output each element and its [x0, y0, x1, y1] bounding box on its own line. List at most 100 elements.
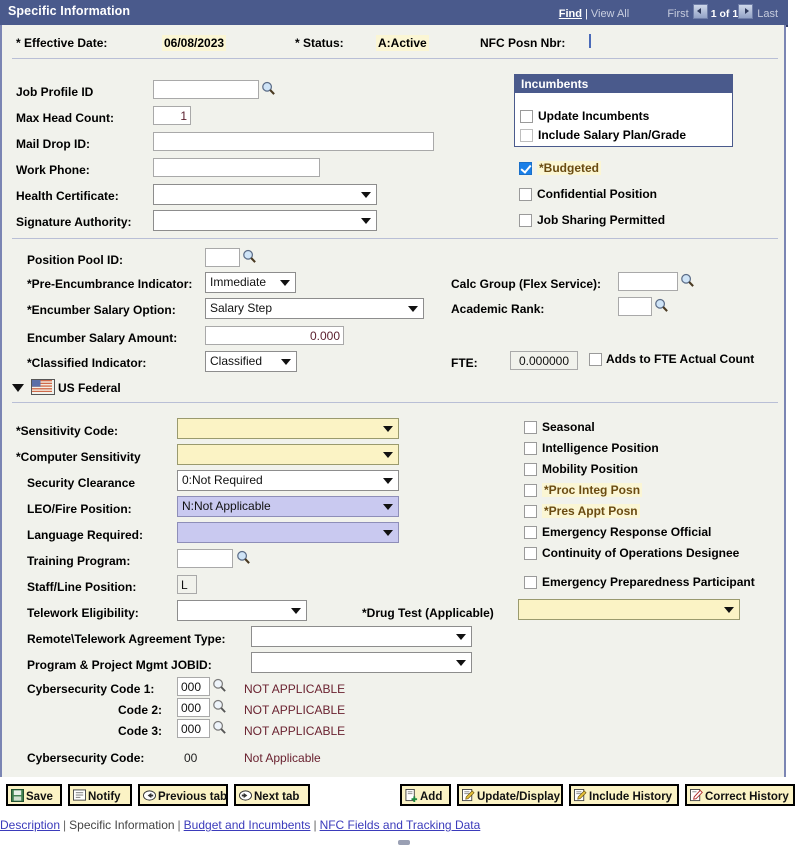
drug-test-select[interactable] [518, 599, 740, 620]
correct-pencil-icon [690, 789, 703, 802]
position-pool-id-lookup-icon[interactable] [242, 249, 257, 264]
proc-integ-posn-checkbox[interactable] [524, 484, 537, 497]
save-button[interactable]: Save [6, 784, 62, 806]
academic-rank-input[interactable] [618, 297, 652, 316]
work-phone-input[interactable] [153, 158, 320, 177]
update-display-label: Update/Display [477, 791, 561, 803]
intelligence-position-checkbox[interactable] [524, 442, 537, 455]
emergency-preparedness-participant-label: Emergency Preparedness Participant [542, 575, 755, 589]
max-head-count-label: Max Head Count: [16, 111, 115, 125]
notify-button[interactable]: Notify [68, 784, 132, 806]
add-label: Add [420, 791, 443, 803]
adds-to-fte-actual-count-label: Adds to FTE Actual Count [606, 352, 755, 366]
security-clearance-label: Security Clearance [27, 476, 136, 490]
incumbents-group-title: Incumbents [515, 75, 732, 93]
cybersecurity-code-1-lookup-icon[interactable] [212, 678, 227, 693]
mail-drop-id-label: Mail Drop ID: [16, 137, 90, 151]
next-tab-button[interactable]: Next tab [234, 784, 310, 806]
footer-link-description[interactable]: Description [0, 818, 60, 832]
chevron-left-icon[interactable] [692, 4, 708, 19]
cybersecurity-code-2-input[interactable]: 000 [177, 698, 210, 717]
training-program-lookup-icon[interactable] [236, 550, 251, 565]
nfc-posn-nbr-label: NFC Posn Nbr: [480, 36, 566, 50]
program-project-mgmt-jobid-select[interactable] [251, 652, 472, 673]
encumber-salary-option-select[interactable]: Salary Step [205, 298, 424, 319]
language-required-select[interactable] [177, 522, 399, 543]
work-phone-label: Work Phone: [16, 163, 90, 177]
sensitivity-code-select[interactable] [177, 418, 399, 439]
caret-down-icon[interactable] [12, 384, 24, 392]
continuity-of-operations-designee-checkbox[interactable] [524, 547, 537, 560]
calc-group-lookup-icon[interactable] [680, 273, 695, 288]
view-all-link[interactable]: View All [591, 8, 629, 20]
encumber-salary-option-label: *Encumber Salary Option: [27, 303, 176, 317]
classified-indicator-label: *Classified Indicator: [27, 356, 147, 370]
confidential-position-label: Confidential Position [537, 187, 657, 201]
cybersecurity-code-1-input[interactable]: 000 [177, 677, 210, 696]
nfc-posn-nbr-cursor[interactable] [589, 34, 591, 48]
footer-tab-links: Description | Specific Information | Budget … [0, 818, 800, 832]
health-certificate-label: Health Certificate: [16, 189, 119, 203]
leo-fire-position-select[interactable]: N:Not Applicable [177, 496, 399, 517]
cybersecurity-code-3-lookup-icon[interactable] [212, 720, 227, 735]
mail-drop-id-input[interactable] [153, 132, 434, 151]
remote-telework-agreement-select[interactable] [251, 626, 472, 647]
classified-indicator-select[interactable]: Classified [205, 351, 297, 372]
academic-rank-lookup-icon[interactable] [654, 298, 669, 313]
history-document-icon [574, 789, 587, 802]
seasonal-label: Seasonal [542, 420, 595, 434]
sensitivity-code-label: *Sensitivity Code: [16, 424, 119, 438]
pres-appt-posn-checkbox[interactable] [524, 505, 537, 518]
emergency-response-official-checkbox[interactable] [524, 526, 537, 539]
footer-link-nfc-fields[interactable]: NFC Fields and Tracking Data [320, 818, 481, 832]
security-clearance-select[interactable]: 0:Not Required [177, 470, 399, 491]
update-incumbents-checkbox[interactable] [520, 110, 533, 123]
job-profile-id-lookup-icon[interactable] [261, 81, 276, 96]
health-certificate-select[interactable] [153, 184, 377, 205]
calc-group-input[interactable] [618, 272, 678, 291]
footer-link-separator-3: | [313, 818, 317, 832]
seasonal-checkbox[interactable] [524, 421, 537, 434]
us-federal-section-title: US Federal [58, 381, 121, 395]
mobility-position-checkbox[interactable] [524, 463, 537, 476]
include-history-button[interactable]: Include History [569, 784, 679, 806]
notify-label: Notify [88, 791, 121, 803]
academic-rank-label: Academic Rank: [451, 302, 545, 316]
cybersecurity-code-3-input[interactable]: 000 [177, 719, 210, 738]
adds-to-fte-actual-count-checkbox[interactable] [589, 353, 602, 366]
computer-sensitivity-select[interactable] [177, 444, 399, 465]
previous-tab-button[interactable]: Previous tab [138, 784, 228, 806]
footer-link-specific-information[interactable]: Specific Information [69, 818, 174, 832]
max-head-count-input[interactable]: 1 [153, 106, 191, 125]
budgeted-checkbox[interactable] [519, 162, 532, 175]
content-panel: * Effective Date: 06/08/2023 * Status: A… [0, 25, 786, 777]
find-link[interactable]: Find [559, 8, 582, 20]
arrow-left-icon [143, 789, 156, 802]
training-program-input[interactable] [177, 549, 233, 568]
confidential-position-checkbox[interactable] [519, 188, 532, 201]
position-pool-id-input[interactable] [205, 248, 240, 267]
footer-link-budget-and-incumbents[interactable]: Budget and Incumbents [184, 818, 311, 832]
job-sharing-permitted-checkbox[interactable] [519, 214, 532, 227]
chevron-right-icon[interactable] [738, 4, 754, 19]
emergency-preparedness-participant-checkbox[interactable] [524, 576, 537, 589]
job-profile-id-input[interactable] [153, 80, 259, 99]
calc-group-label: Calc Group (Flex Service): [451, 277, 602, 291]
correct-history-button[interactable]: Correct History [685, 784, 795, 806]
first-link[interactable]: First [667, 8, 688, 20]
encumber-salary-amount-input[interactable]: 0.000 [205, 326, 344, 345]
cybersecurity-code-2-lookup-icon[interactable] [212, 699, 227, 714]
include-salary-plan-grade-checkbox[interactable] [520, 129, 533, 142]
update-display-button[interactable]: Update/Display [457, 784, 563, 806]
telework-eligibility-select[interactable] [177, 600, 307, 621]
page-bottom-stub [398, 840, 410, 845]
signature-authority-select[interactable] [153, 210, 377, 231]
pre-encumbrance-indicator-select[interactable]: Immediate [205, 272, 296, 293]
arrow-right-icon [239, 789, 252, 802]
last-link[interactable]: Last [757, 8, 778, 20]
job-profile-id-label: Job Profile ID [16, 85, 94, 99]
add-button[interactable]: Add [400, 784, 451, 806]
telework-eligibility-label: Telework Eligibility: [27, 606, 139, 620]
header-separator: | [585, 8, 588, 20]
header-nav-controls: Find | View All First 1 of 1 Last [559, 4, 782, 20]
